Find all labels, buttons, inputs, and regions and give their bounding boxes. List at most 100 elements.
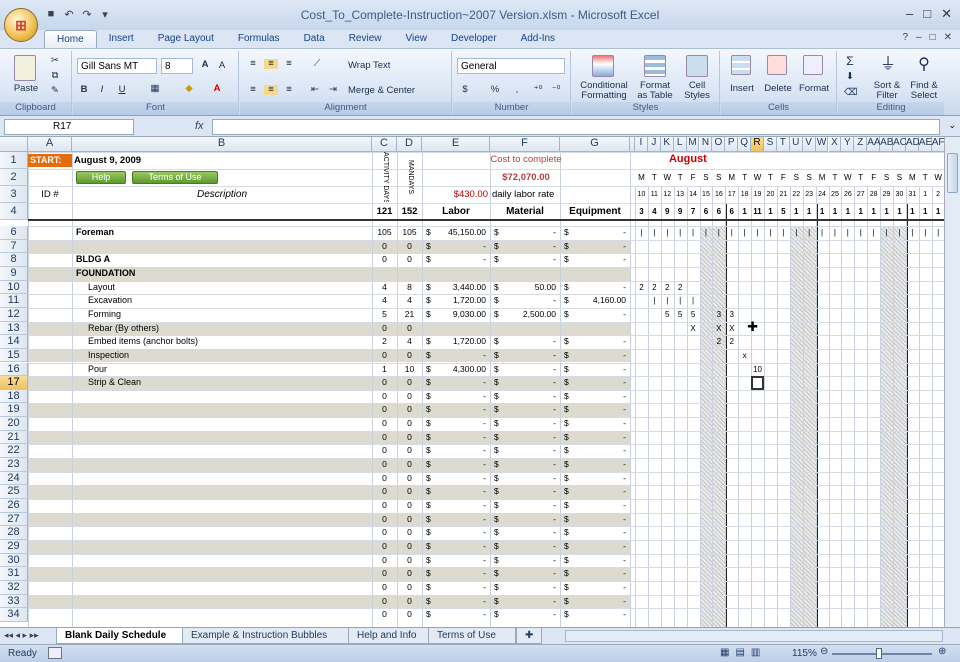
- activity-days-cell[interactable]: 0: [372, 349, 397, 362]
- help-button[interactable]: Help: [76, 171, 126, 184]
- col-header-e[interactable]: E: [422, 137, 490, 152]
- mandays-cell[interactable]: 0: [397, 472, 422, 485]
- gantt-mark[interactable]: |: [777, 226, 790, 239]
- gantt-mark[interactable]: |: [803, 226, 816, 239]
- cost-cell-f[interactable]: $ -: [490, 349, 560, 362]
- row-header-32[interactable]: 32: [0, 580, 28, 595]
- insert-button[interactable]: Insert: [723, 84, 761, 94]
- increase-indent-icon[interactable]: ⇥: [326, 85, 340, 95]
- select-all-corner[interactable]: [0, 137, 28, 152]
- delete-button[interactable]: Delete: [759, 84, 797, 94]
- cost-cell-f[interactable]: $ -: [490, 335, 560, 348]
- gantt-mark[interactable]: |: [932, 226, 944, 239]
- ribbon-close-icon[interactable]: ✕: [944, 32, 952, 43]
- conditional-formatting-button[interactable]: Conditional Formatting: [574, 81, 634, 101]
- tab-data[interactable]: Data: [292, 30, 337, 48]
- gantt-mark[interactable]: |: [700, 226, 713, 239]
- mandays-cell[interactable]: 0: [397, 581, 422, 594]
- cost-cell-g[interactable]: $ -: [560, 308, 630, 321]
- vertical-scroll-thumb[interactable]: [947, 153, 958, 193]
- tab-page-layout[interactable]: Page Layout: [146, 30, 226, 48]
- cost-cell-f[interactable]: $50.00: [490, 281, 560, 294]
- col-header-g[interactable]: G: [560, 137, 630, 152]
- cost-cell-e[interactable]: $ -: [422, 567, 490, 580]
- mandays-cell[interactable]: 0: [397, 540, 422, 553]
- description-cell[interactable]: Excavation: [88, 294, 368, 307]
- sheet-nav-icons[interactable]: ◂◂ ◂ ▸ ▸▸: [4, 630, 39, 641]
- cost-cell-g[interactable]: $ -: [560, 485, 630, 498]
- activity-days-cell[interactable]: 0: [372, 322, 397, 335]
- cost-cell-g[interactable]: $ -: [560, 253, 630, 266]
- activity-days-cell[interactable]: 0: [372, 390, 397, 403]
- format-button[interactable]: Format: [795, 84, 833, 94]
- align-right-icon[interactable]: ≡: [282, 85, 296, 95]
- cost-cell-f[interactable]: $ -: [490, 499, 560, 512]
- row-header-17[interactable]: 17: [0, 376, 28, 390]
- insert-sheet-icon[interactable]: ✚: [516, 628, 543, 644]
- office-button[interactable]: ⊞: [4, 8, 38, 42]
- cost-cell-g[interactable]: $ -: [560, 444, 630, 457]
- align-center-icon[interactable]: ≡: [264, 85, 278, 95]
- minimize-icon[interactable]: –: [906, 6, 913, 22]
- decrease-indent-icon[interactable]: ⇤: [308, 85, 322, 95]
- mandays-cell[interactable]: 0: [397, 349, 422, 362]
- col-header-ae[interactable]: AE: [918, 137, 932, 152]
- col-header-u[interactable]: U: [789, 137, 803, 152]
- cost-cell-f[interactable]: $ -: [490, 567, 560, 580]
- description-cell[interactable]: [88, 554, 368, 567]
- col-header-ac[interactable]: AC: [893, 137, 907, 152]
- gantt-mark[interactable]: 3: [712, 308, 725, 321]
- cost-cell-f[interactable]: $ -: [490, 417, 560, 430]
- sheet-tab-2[interactable]: Example & Instruction Bubbles: [182, 628, 350, 644]
- percent-button[interactable]: %: [489, 85, 501, 95]
- gantt-mark[interactable]: |: [919, 226, 932, 239]
- description-cell[interactable]: Pour: [88, 363, 368, 376]
- row-header-27[interactable]: 27: [0, 512, 28, 527]
- zoom-slider-knob[interactable]: [876, 648, 882, 659]
- activity-days-cell[interactable]: [372, 267, 397, 280]
- col-header-p[interactable]: P: [725, 137, 739, 152]
- row-header-26[interactable]: 26: [0, 499, 28, 513]
- mandays-cell[interactable]: 0: [397, 240, 422, 253]
- merge-center-button[interactable]: Merge & Center: [348, 86, 438, 96]
- activity-days-cell[interactable]: 0: [372, 485, 397, 498]
- col-header-t[interactable]: T: [776, 137, 790, 152]
- activity-days-cell[interactable]: 0: [372, 554, 397, 567]
- gantt-mark[interactable]: |: [674, 226, 687, 239]
- col-header-z[interactable]: Z: [854, 137, 868, 152]
- cost-cell-g[interactable]: $4,160.00: [560, 294, 630, 307]
- gantt-mark[interactable]: |: [661, 294, 674, 307]
- row-header-3[interactable]: 3: [0, 186, 28, 203]
- row-header-18[interactable]: 18: [0, 389, 28, 404]
- row-header-6[interactable]: 6: [0, 226, 28, 240]
- gantt-mark[interactable]: 2: [635, 281, 648, 294]
- col-header-y[interactable]: Y: [841, 137, 855, 152]
- cost-cell-g[interactable]: $ -: [560, 567, 630, 580]
- cost-cell-e[interactable]: $9,030.00: [422, 308, 490, 321]
- description-cell[interactable]: [88, 567, 368, 580]
- row-header-19[interactable]: 19: [0, 403, 28, 418]
- mandays-cell[interactable]: 4: [397, 294, 422, 307]
- description-cell[interactable]: [88, 403, 368, 416]
- activity-days-cell[interactable]: 4: [372, 281, 397, 294]
- cost-cell-e[interactable]: $ -: [422, 444, 490, 457]
- activity-days-cell[interactable]: 0: [372, 253, 397, 266]
- row-header-25[interactable]: 25: [0, 485, 28, 499]
- mandays-cell[interactable]: 0: [397, 513, 422, 526]
- mandays-cell[interactable]: 0: [397, 595, 422, 608]
- col-header-n[interactable]: N: [699, 137, 713, 152]
- cost-cell-g[interactable]: $ -: [560, 363, 630, 376]
- mandays-cell[interactable]: 0: [397, 322, 422, 335]
- activity-days-cell[interactable]: 1: [372, 363, 397, 376]
- gantt-mark[interactable]: |: [816, 226, 829, 239]
- cost-cell-e[interactable]: $ -: [422, 349, 490, 362]
- row-header-34[interactable]: 34: [0, 608, 28, 622]
- cost-cell-g[interactable]: $ -: [560, 581, 630, 594]
- description-cell[interactable]: Rebar (By others): [88, 322, 368, 335]
- cost-cell-e[interactable]: $ -: [422, 472, 490, 485]
- cost-cell-f[interactable]: $ -: [490, 390, 560, 403]
- mandays-cell[interactable]: 4: [397, 335, 422, 348]
- gantt-mark[interactable]: |: [841, 226, 854, 239]
- shrink-font-icon[interactable]: A: [215, 61, 229, 71]
- insert-function-button[interactable]: fx: [195, 120, 204, 132]
